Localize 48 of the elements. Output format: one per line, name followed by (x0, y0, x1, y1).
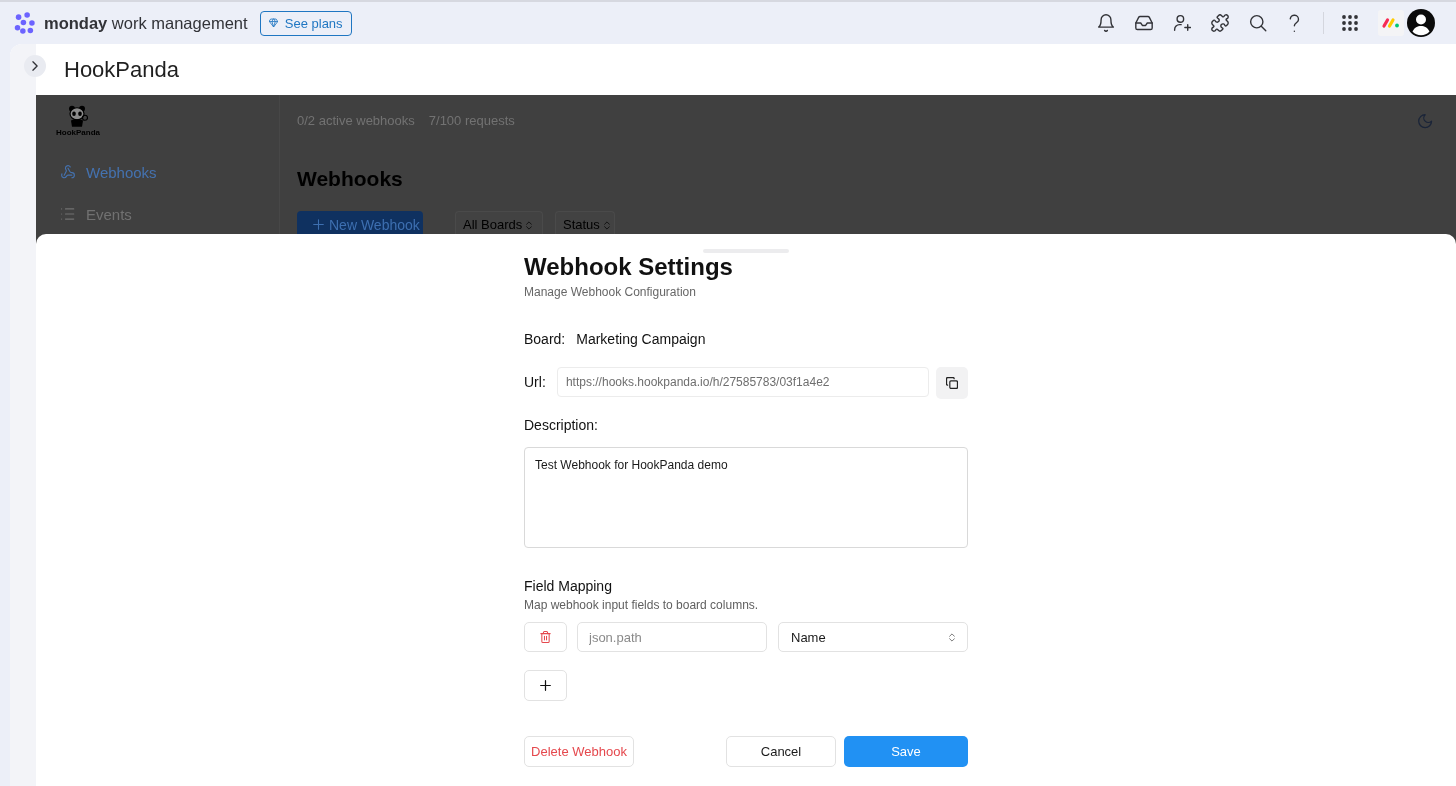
chevron-right-icon (32, 61, 38, 71)
puzzle-icon[interactable] (1211, 14, 1229, 32)
chevron-up-down-icon (526, 221, 533, 230)
search-icon[interactable] (1249, 14, 1267, 32)
section-title: Field Mapping (524, 577, 612, 596)
plus-icon (313, 219, 324, 230)
copy-button[interactable] (936, 367, 968, 399)
diamond-icon (268, 16, 278, 30)
description-field[interactable]: Test Webhook for HookPanda demo (524, 447, 968, 548)
list-icon (61, 207, 75, 221)
board-label: Board: (524, 330, 566, 349)
delete-webhook-button[interactable]: Delete Webhook (524, 736, 634, 767)
logo-caption: HookPanda (56, 128, 100, 137)
column-select[interactable]: Name (778, 622, 968, 652)
inbox-icon[interactable] (1135, 14, 1153, 32)
delete-row-button[interactable] (524, 622, 567, 652)
sheet-title: Webhook Settings (524, 253, 733, 281)
avatar-icon[interactable] (1407, 9, 1435, 37)
color-logo-icon[interactable] (1378, 10, 1404, 36)
trash-icon (540, 631, 551, 643)
plus-icon (540, 680, 551, 691)
panda-icon (68, 105, 88, 127)
bell-icon[interactable] (1097, 14, 1115, 32)
copy-icon (946, 377, 959, 389)
new-webhook-button[interactable]: New Webhook (297, 211, 423, 234)
filter-dropdown[interactable]: Status (555, 211, 615, 234)
chevron-up-down-icon (949, 632, 955, 642)
json-path-field[interactable]: json.path (577, 622, 767, 652)
chevron-up-down-icon (603, 221, 610, 230)
logo-icon (14, 12, 36, 34)
board-title: HookPanda (64, 56, 179, 83)
add-person-icon[interactable] (1173, 14, 1191, 32)
nav-item[interactable]: Webhooks (61, 156, 157, 188)
webhook-icon (61, 165, 75, 179)
board-name: Marketing Campaign (576, 330, 706, 349)
url-label: Url: (524, 373, 547, 392)
save-button[interactable]: Save (844, 736, 968, 767)
description-label: Description: (524, 416, 598, 435)
section-hint: Map webhook input fields to board columns. (524, 597, 759, 613)
url-field[interactable]: https://hooks.hookpanda.io/h/27585783/03f1a4e2 (556, 367, 930, 397)
page-heading: Webhooks (297, 166, 403, 192)
see-plans-button[interactable]: See plans (259, 10, 352, 36)
apps-grid-icon[interactable] (1342, 15, 1358, 31)
filter-dropdown[interactable]: All Boards (455, 211, 543, 234)
sheet-subtitle: Manage Webhook Configuration (524, 284, 696, 300)
collapse-button[interactable] (24, 55, 46, 77)
brand-name: monday work management (44, 13, 248, 33)
cancel-button[interactable]: Cancel (726, 736, 836, 767)
